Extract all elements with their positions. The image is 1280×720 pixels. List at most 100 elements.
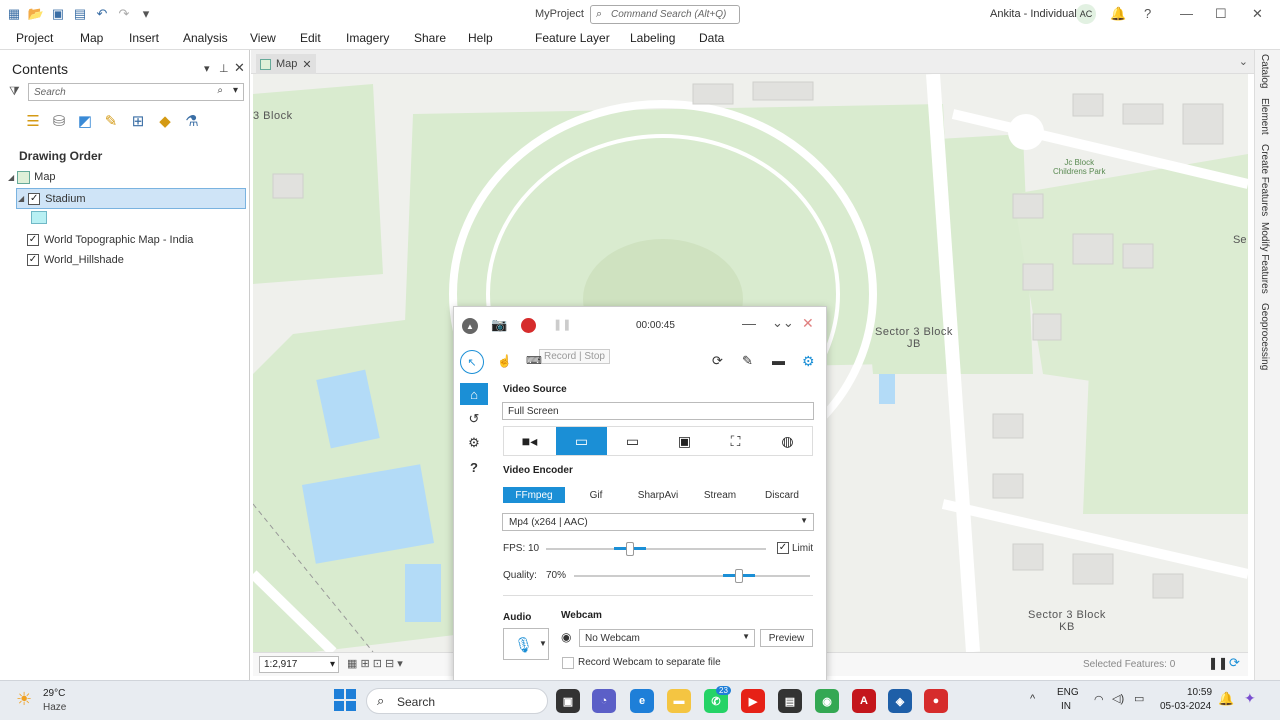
- close-icon[interactable]: ✕: [802, 315, 814, 332]
- edge-browser-icon[interactable]: e: [630, 689, 654, 713]
- fps-slider-thumb[interactable]: [626, 542, 634, 556]
- webcam-source-icon[interactable]: ■◂: [504, 427, 555, 455]
- list-by-snapping-icon[interactable]: ⊞: [127, 110, 149, 132]
- encoder-tab-stream[interactable]: Stream: [689, 487, 751, 503]
- battery-icon[interactable]: ▭: [1134, 692, 1144, 705]
- list-by-selection-icon[interactable]: ◩: [74, 110, 96, 132]
- acrobat-icon[interactable]: A: [852, 689, 876, 713]
- folder-icon[interactable]: ▬: [772, 353, 785, 368]
- video-source-field[interactable]: Full Screen: [502, 402, 814, 420]
- tray-chevron-up-icon[interactable]: ^: [1030, 693, 1035, 705]
- clock-time[interactable]: 10:59: [1187, 687, 1212, 698]
- task-view-icon[interactable]: ▣: [556, 689, 580, 713]
- layer-stadium[interactable]: ◢ ✓ Stadium: [16, 188, 246, 209]
- undo-icon[interactable]: ↶: [94, 6, 110, 22]
- volume-icon[interactable]: ◁): [1112, 692, 1124, 705]
- stadium-symbol-swatch[interactable]: [31, 211, 47, 224]
- home-icon[interactable]: ⌂: [460, 383, 488, 405]
- weather-icon[interactable]: ☀: [16, 689, 32, 710]
- quality-slider[interactable]: [574, 569, 810, 583]
- tab-project[interactable]: Project: [16, 31, 53, 45]
- wifi-icon[interactable]: ◠: [1094, 693, 1104, 706]
- pin-icon[interactable]: ⊥: [219, 62, 229, 75]
- encoder-tab-gif[interactable]: Gif: [565, 487, 627, 503]
- tab-insert[interactable]: Insert: [129, 31, 159, 45]
- minimize-icon[interactable]: —: [1180, 6, 1193, 21]
- tab-feature-layer[interactable]: Feature Layer: [535, 31, 610, 45]
- brush-icon[interactable]: ✎: [742, 353, 753, 369]
- encoder-tab-ffmpeg[interactable]: FFmpeg: [503, 487, 565, 503]
- captura-icon[interactable]: ●: [924, 689, 948, 713]
- filter-icon[interactable]: ⧩: [9, 84, 20, 99]
- language-bottom[interactable]: IN: [1061, 701, 1071, 712]
- preview-button[interactable]: Preview: [760, 629, 813, 647]
- help-icon[interactable]: ?: [460, 456, 488, 478]
- layer-visibility-checkbox[interactable]: ✓: [28, 192, 41, 205]
- window-source-icon[interactable]: ▣: [659, 427, 710, 455]
- chevron-down-icon[interactable]: ▾: [233, 85, 238, 96]
- teams-chat-icon[interactable]: ◔: [592, 689, 616, 713]
- tab-share[interactable]: Share: [414, 31, 446, 45]
- scale-input[interactable]: 1:2,917 ▾: [259, 656, 339, 673]
- limit-checkbox[interactable]: ✓: [777, 542, 789, 554]
- close-icon[interactable]: ✕: [1252, 6, 1263, 22]
- minimize-to-tray-icon[interactable]: ⌄⌄: [772, 315, 794, 331]
- arcgis-pro-icon[interactable]: ◈: [888, 689, 912, 713]
- gamepad-source-icon[interactable]: ◍: [762, 427, 813, 455]
- refresh-icon[interactable]: ⟳: [1229, 655, 1240, 671]
- copilot-icon[interactable]: ✦: [1244, 690, 1256, 707]
- dock-tab-modify-features[interactable]: Modify Features: [1259, 222, 1270, 294]
- map-view-tab[interactable]: Map ✕: [256, 54, 316, 74]
- record-button[interactable]: [521, 318, 536, 333]
- save-as-icon[interactable]: ▤: [72, 6, 88, 22]
- layer-world-topographic[interactable]: ✓ World Topographic Map - India: [27, 230, 193, 250]
- webcam-dropdown[interactable]: No Webcam ▼: [579, 629, 755, 647]
- layer-world-hillshade[interactable]: ✓ World_Hillshade: [27, 250, 124, 270]
- notification-bell-icon[interactable]: 🔔: [1218, 691, 1234, 707]
- dock-tab-element[interactable]: Element: [1259, 98, 1270, 135]
- scale-tools-icon[interactable]: ▦ ⊞ ⊡ ⊟ ▾: [347, 657, 403, 670]
- language-top[interactable]: ENG: [1057, 687, 1079, 698]
- weather-desc[interactable]: Haze: [43, 702, 66, 713]
- youtube-icon[interactable]: ▶: [741, 689, 765, 713]
- dock-tab-geoprocessing[interactable]: Geoprocessing: [1259, 303, 1270, 370]
- screen-source-icon[interactable]: ▭: [556, 427, 607, 455]
- list-by-source-icon[interactable]: ⛁: [48, 110, 70, 132]
- cursor-icon[interactable]: ↖: [460, 350, 484, 374]
- clock-date[interactable]: 05-03-2024: [1160, 701, 1211, 712]
- redo-icon[interactable]: ↷: [116, 6, 132, 22]
- history-icon[interactable]: ↺: [460, 408, 488, 430]
- tab-labeling[interactable]: Labeling: [630, 31, 675, 45]
- click-highlight-icon[interactable]: ☝: [497, 354, 512, 368]
- chrome-icon[interactable]: ◉: [815, 689, 839, 713]
- taskbar-search-box[interactable]: ⌕ Search: [366, 688, 548, 714]
- pane-options-icon[interactable]: ▾: [204, 62, 210, 75]
- tab-help[interactable]: Help: [468, 31, 493, 45]
- dock-tab-create-features[interactable]: Create Features: [1259, 144, 1270, 216]
- pause-icon[interactable]: ❚❚: [553, 318, 571, 331]
- open-folder-icon[interactable]: 📂: [28, 6, 44, 22]
- encoder-tab-sharpavi[interactable]: SharpAvi: [627, 487, 689, 503]
- maximize-icon[interactable]: ☐: [1215, 6, 1227, 22]
- settings-gear-icon[interactable]: ⚙: [802, 353, 815, 370]
- save-icon[interactable]: ▣: [50, 6, 66, 22]
- quality-slider-thumb[interactable]: [735, 569, 743, 583]
- sticky-notes-icon[interactable]: ▤: [778, 689, 802, 713]
- format-dropdown[interactable]: Mp4 (x264 | AAC) ▼: [502, 513, 814, 531]
- avatar[interactable]: AC: [1076, 4, 1096, 24]
- close-pane-icon[interactable]: ✕: [234, 60, 245, 76]
- list-by-perspective-icon[interactable]: ⚗: [181, 110, 203, 132]
- pause-drawing-icon[interactable]: ❚❚: [1208, 656, 1228, 670]
- region-source-icon[interactable]: ⛶: [710, 427, 761, 455]
- file-explorer-icon[interactable]: ▬: [667, 689, 691, 713]
- command-search-input[interactable]: ⌕ Command Search (Alt+Q): [590, 5, 740, 24]
- fps-slider[interactable]: [546, 542, 766, 556]
- keystrokes-icon[interactable]: ⌨: [526, 354, 542, 367]
- tab-analysis[interactable]: Analysis: [183, 31, 228, 45]
- notification-bell-icon[interactable]: 🔔: [1110, 6, 1126, 22]
- list-by-editing-icon[interactable]: ✎: [100, 110, 122, 132]
- help-icon[interactable]: ?: [1144, 6, 1151, 21]
- close-tab-icon[interactable]: ✕: [302, 58, 311, 71]
- collapse-icon[interactable]: ▲: [462, 318, 478, 334]
- monitor-source-icon[interactable]: ▭: [607, 427, 658, 455]
